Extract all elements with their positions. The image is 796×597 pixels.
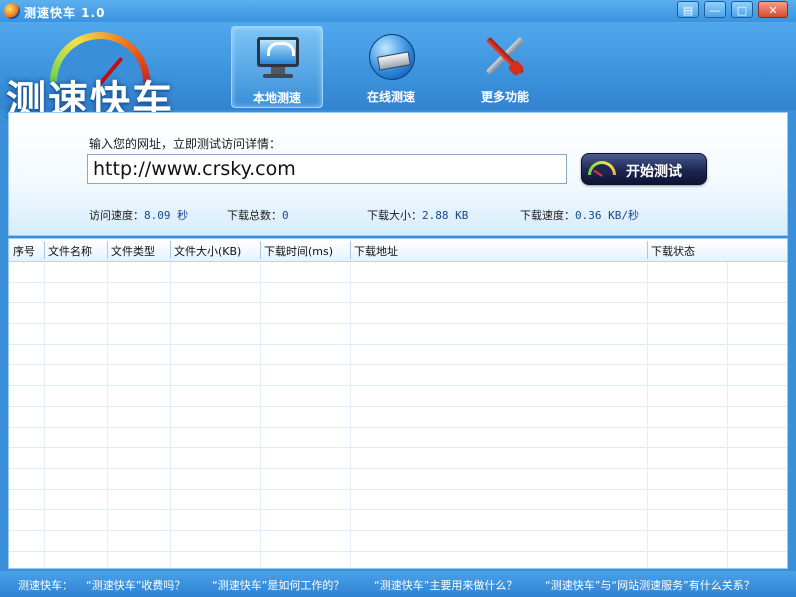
column-header[interactable]: 文件类型 [111, 243, 155, 259]
footer-label: 测速快车： [18, 579, 73, 592]
minimize-button[interactable]: — [704, 1, 726, 18]
column-header[interactable]: 下载地址 [354, 243, 398, 259]
table-row [9, 283, 787, 304]
test-panel: 输入您的网址，立即测试访问详情： 开始测试 访问速度：8.09 秒 下载总数：0… [8, 112, 788, 236]
close-button[interactable]: ✕ [758, 1, 788, 18]
tab-local-test[interactable]: 本地测速 [231, 26, 323, 108]
maximize-button[interactable]: □ [731, 1, 753, 18]
url-prompt: 输入您的网址，立即测试访问详情： [89, 137, 282, 151]
table-row [9, 552, 787, 568]
tab-label: 本地测速 [252, 91, 301, 105]
stat-access-speed: 访问速度：8.09 秒 [89, 209, 189, 222]
table-body [9, 262, 787, 568]
globe-icon [366, 32, 416, 80]
column-header[interactable]: 下载时间(ms) [264, 243, 333, 259]
table-row [9, 407, 787, 428]
footer-link-how-it-works[interactable]: “测速快车”是如何工作的？ [212, 577, 344, 593]
tab-label: 更多功能 [480, 90, 529, 104]
stat-download-size: 下载大小：2.88 KB [367, 209, 469, 222]
gauge-icon [588, 161, 616, 175]
table-row [9, 386, 787, 407]
results-table[interactable]: 序号 文件名称 文件类型 文件大小(KB) 下载时间(ms) 下载地址 下载状态 [8, 238, 788, 569]
tab-online-test[interactable]: 在线测速 [345, 26, 437, 108]
window-title: 测速快车 1.0 [24, 6, 106, 20]
tab-label: 在线测速 [366, 90, 415, 104]
start-test-button[interactable]: 开始测试 [581, 153, 707, 185]
table-row [9, 490, 787, 511]
footer-link-fee[interactable]: “测速快车”收费吗？ [86, 577, 185, 593]
table-row [9, 262, 787, 283]
footer-bar: 测速快车： “测速快车”收费吗？ “测速快车”是如何工作的？ “测速快车”主要用… [0, 571, 796, 597]
table-row [9, 531, 787, 552]
start-test-label: 开始测试 [626, 164, 682, 180]
tools-icon [480, 32, 530, 80]
table-row [9, 428, 787, 449]
column-header[interactable]: 文件名称 [48, 243, 92, 259]
column-header[interactable]: 文件大小(KB) [174, 243, 241, 259]
monitor-icon [253, 33, 303, 81]
table-row [9, 345, 787, 366]
table-row [9, 365, 787, 387]
table-row [9, 448, 787, 469]
stat-download-count: 下载总数：0 [227, 209, 289, 222]
header: 测速快车 本地测速 在线测速 更多功能 [0, 22, 796, 124]
app-window: 测速快车 1.0 ▤ — □ ✕ 测速快车 本地测速 在线测速 更多功能 输入您… [0, 0, 796, 597]
skin-button[interactable]: ▤ [677, 1, 699, 18]
column-header[interactable]: 序号 [13, 243, 35, 259]
title-bar: 测速快车 1.0 ▤ — □ ✕ [0, 0, 796, 22]
table-row [9, 469, 787, 490]
table-header: 序号 文件名称 文件类型 文件大小(KB) 下载时间(ms) 下载地址 下载状态 [9, 239, 787, 262]
table-row [9, 324, 787, 345]
column-header[interactable]: 下载状态 [651, 243, 695, 259]
footer-link-relationship[interactable]: “测速快车”与“网站测速服务”有什么关系？ [545, 577, 755, 593]
url-input[interactable] [87, 154, 567, 184]
app-logo: 测速快车 [6, 32, 216, 124]
table-row [9, 510, 787, 531]
stat-download-speed: 下载速度：0.36 KB/秒 [520, 209, 639, 222]
table-row [9, 303, 787, 325]
tab-more-features[interactable]: 更多功能 [459, 26, 551, 108]
app-icon [4, 3, 20, 19]
footer-link-purpose[interactable]: “测速快车”主要用来做什么？ [374, 577, 517, 593]
